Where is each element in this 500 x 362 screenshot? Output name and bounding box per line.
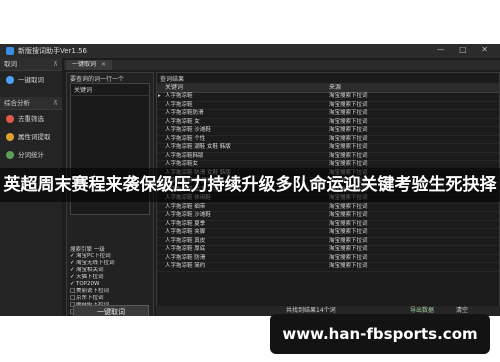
cell-keyword: 人字拖凉鞋 简约: [165, 263, 206, 269]
results-title: 查词结果: [160, 76, 185, 83]
cell-keyword: 人字拖凉鞋 防滑: [165, 254, 206, 261]
table-row[interactable]: 人字拖凉鞋 潮鞋 女鞋 韩版 淘宝搜索下拉词: [157, 144, 499, 153]
engine-option[interactable]: ✓淘宝无线下拉词: [70, 260, 148, 267]
sidebar-item-label: 一键取词: [18, 76, 44, 84]
table-row[interactable]: 人字拖凉鞋 淘宝搜索下拉词: [157, 101, 499, 110]
pin-icon[interactable]: ⊼: [53, 97, 58, 109]
table-row[interactable]: 人字拖凉鞋 真皮 淘宝搜索下拉词: [157, 237, 499, 246]
table-row[interactable]: ▸ 人字拖凉鞋 淘宝搜索下拉词: [157, 93, 499, 102]
sidebar-item-label: 去重筛选: [18, 115, 44, 123]
cell-source: 淘宝搜索下拉词: [329, 101, 368, 108]
cell-source: 淘宝搜索下拉词: [329, 220, 368, 227]
cell-keyword: 人字拖凉鞋 真皮: [165, 237, 206, 244]
table-row[interactable]: 人字拖凉鞋韩版 淘宝搜索下拉词: [157, 152, 499, 161]
engine-option-label: 天猫下拉词: [76, 274, 104, 280]
cell-keyword: 人字拖凉鞋 夏季: [165, 220, 206, 227]
cell-keyword: 人字拖凉鞋 夹脚: [165, 229, 206, 235]
table-row[interactable]: 人字拖凉鞋 夹脚 淘宝搜索下拉词: [157, 229, 499, 238]
tag-icon: [6, 133, 14, 141]
sidebar-section-analysis[interactable]: 综合分析 ⊼: [0, 97, 62, 110]
table-row[interactable]: 人字拖凉鞋 个性 淘宝搜索下拉词: [157, 135, 499, 144]
engine-option-label: 京东下拉词: [76, 295, 104, 301]
column-keyword[interactable]: 关键词: [165, 83, 183, 92]
table-row[interactable]: 人字拖凉鞋 简约 淘宝搜索下拉词: [157, 263, 499, 272]
engine-option[interactable]: ✓TOP20W: [70, 281, 148, 288]
cell-keyword: 人字拖凉鞋防滑: [165, 110, 204, 116]
table-row[interactable]: 人字拖凉鞋防滑 淘宝搜索下拉词: [157, 110, 499, 119]
query-header: 要查询的词一行一个: [70, 76, 125, 83]
sidebar-section-fetch[interactable]: 取词 ⊼: [0, 58, 62, 71]
pin-icon[interactable]: ⊼: [53, 58, 58, 70]
onekey-fetch-button[interactable]: 一键取词: [73, 305, 149, 316]
cell-source: 淘宝搜索下拉词: [329, 212, 368, 218]
cell-source: 淘宝搜索下拉词: [329, 254, 368, 261]
engine-option[interactable]: □美丽说下拉词: [70, 288, 148, 295]
engine-option[interactable]: ✓淘宝PC下拉词: [70, 253, 148, 260]
results-table-header: 关键词 来源: [157, 83, 499, 93]
query-list-header: 关键词: [71, 84, 149, 96]
table-row[interactable]: 人字拖凉鞋 沙滩鞋 淘宝搜索下拉词: [157, 212, 499, 221]
tab-bar: 一键取词 ✕: [64, 60, 500, 70]
cell-keyword: 人字拖凉鞋 厚底: [165, 246, 206, 252]
engine-option-label: 美丽说下拉词: [76, 288, 110, 294]
cell-source: 淘宝搜索下拉词: [329, 93, 368, 99]
window-controls[interactable]: — □ ✕: [437, 45, 494, 54]
engine-group-label: 搜索引擎 一级: [70, 247, 105, 253]
cell-keyword: 人字拖凉鞋 沙滩鞋: [165, 212, 211, 218]
tab-onekey[interactable]: 一键取词 ✕: [66, 60, 113, 70]
sidebar-item-segment[interactable]: 分词统计: [0, 146, 62, 164]
table-row[interactable]: 人字拖凉鞋 沙滩鞋 淘宝搜索下拉词: [157, 127, 499, 136]
engine-option[interactable]: ✓淘宝相关词: [70, 267, 148, 274]
sidebar-item-attribute[interactable]: 属性词提取: [0, 128, 62, 146]
cell-keyword: 人字拖凉鞋 潮鞋 女鞋 韩版: [165, 144, 231, 150]
engine-option-label: TOP20W: [76, 281, 100, 287]
cell-source: 淘宝搜索下拉词: [329, 229, 368, 235]
cell-source: 淘宝搜索下拉词: [329, 144, 368, 150]
row-pointer-icon: ▸: [158, 93, 161, 99]
cell-keyword: 人字拖凉鞋 沙滩鞋: [165, 127, 211, 133]
sidebar-section-label: 取词: [4, 60, 17, 68]
sidebar-item-onekey[interactable]: 一键取词: [0, 71, 62, 89]
cell-source: 淘宝搜索下拉词: [329, 127, 368, 133]
cell-keyword: 人字拖凉鞋 女: [165, 118, 200, 125]
cell-source: 淘宝搜索下拉词: [329, 118, 368, 125]
column-source[interactable]: 来源: [329, 83, 341, 92]
table-row[interactable]: 人字拖凉鞋 夏季 淘宝搜索下拉词: [157, 220, 499, 229]
app-logo-icon: [6, 47, 14, 55]
window-title: 新版搜词助手Ver1.56: [18, 47, 88, 55]
sidebar-item-label: 分词统计: [18, 151, 44, 159]
cell-keyword: 人字拖凉鞋 细带: [165, 203, 206, 210]
cell-keyword: 人字拖凉鞋韩版: [165, 152, 204, 159]
stats-icon: [6, 151, 14, 159]
cell-source: 淘宝搜索下拉词: [329, 110, 368, 116]
engine-option-label: 淘宝PC下拉词: [76, 253, 111, 259]
engine-option-label: 淘宝无线下拉词: [76, 260, 115, 266]
cell-source: 淘宝搜索下拉词: [329, 237, 368, 244]
engine-option-label: 淘宝相关词: [76, 267, 104, 273]
sidebar-section-label: 综合分析: [4, 99, 30, 107]
cell-source: 淘宝搜索下拉词: [329, 263, 368, 269]
cell-source: 淘宝搜索下拉词: [329, 135, 368, 142]
cell-keyword: 人字拖凉鞋: [165, 101, 193, 108]
table-row[interactable]: 人字拖凉鞋 厚底 淘宝搜索下拉词: [157, 246, 499, 255]
filter-icon: [6, 115, 14, 123]
url-text[interactable]: www.han-fbsports.com: [270, 314, 490, 354]
table-row[interactable]: 人字拖凉鞋 细带 淘宝搜索下拉词: [157, 203, 499, 212]
engine-option[interactable]: ✓天猫下拉词: [70, 274, 148, 281]
sidebar-item-label: 属性词提取: [18, 133, 51, 141]
cell-source: 淘宝搜索下拉词: [329, 246, 368, 252]
table-row[interactable]: 人字拖凉鞋 女 淘宝搜索下拉词: [157, 118, 499, 127]
cell-keyword: 人字拖凉鞋: [165, 93, 193, 99]
tab-label: 一键取词: [72, 61, 97, 68]
engine-option[interactable]: □京东下拉词: [70, 295, 148, 302]
cell-source: 淘宝搜索下拉词: [329, 152, 368, 159]
table-row[interactable]: 人字拖凉鞋 防滑 淘宝搜索下拉词: [157, 254, 499, 263]
title-bar: 新版搜词助手Ver1.56 — □ ✕: [0, 44, 500, 58]
search-icon: [6, 76, 14, 84]
headline-text: 英超周末赛程来袭保级压力持续升级多队命运迎关键考验生死抉择: [3, 175, 497, 195]
close-icon[interactable]: ✕: [101, 61, 106, 68]
cell-source: 淘宝搜索下拉词: [329, 203, 368, 210]
sidebar-item-dedupe[interactable]: 去重筛选: [0, 110, 62, 128]
cell-keyword: 人字拖凉鞋 个性: [165, 135, 206, 142]
